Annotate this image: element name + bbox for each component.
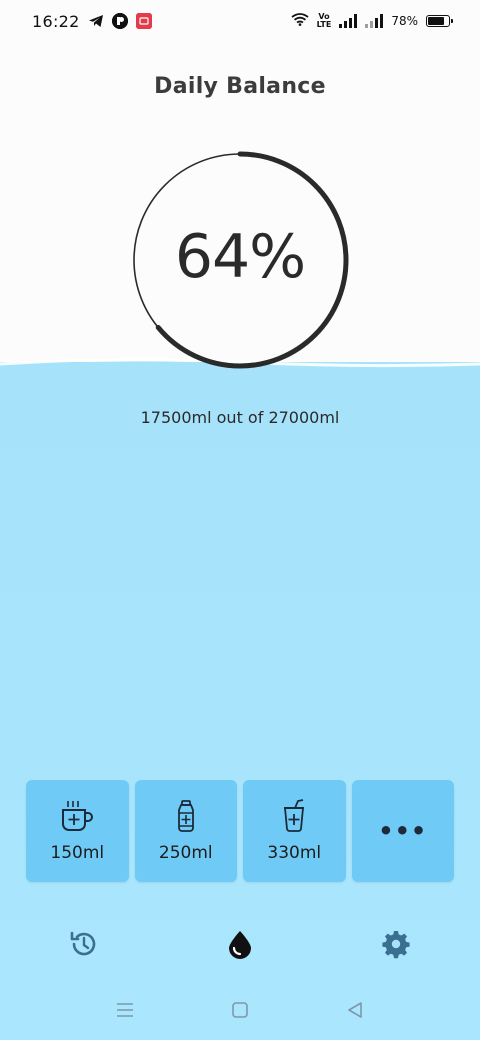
battery-percent: 78% xyxy=(391,14,418,28)
status-right: Vo LTE 78% xyxy=(291,12,453,30)
volte-bottom: LTE xyxy=(316,20,332,29)
status-bar: 16:22 Vo LTE 78% xyxy=(0,0,480,42)
progress-percent: 64% xyxy=(174,222,306,292)
hot-cup-icon xyxy=(62,801,94,831)
volte-icon: Vo LTE xyxy=(317,13,332,29)
home-icon xyxy=(232,1002,248,1018)
wifi-icon xyxy=(291,12,309,30)
quick-add-label: 250ml xyxy=(158,843,213,863)
add-330ml-button[interactable]: 330ml xyxy=(243,780,346,882)
menu-button[interactable] xyxy=(113,998,137,1022)
back-button[interactable] xyxy=(343,998,367,1022)
history-tab[interactable] xyxy=(68,928,100,960)
menu-icon xyxy=(117,1003,133,1017)
quick-add-row: 150ml 250ml 330ml ••• xyxy=(26,780,454,882)
water-tab[interactable] xyxy=(224,928,256,960)
add-250ml-button[interactable]: 250ml xyxy=(134,780,237,882)
system-nav xyxy=(0,996,480,1026)
home-button[interactable] xyxy=(228,998,252,1022)
battery-icon xyxy=(426,15,453,27)
more-icon: ••• xyxy=(378,817,428,845)
back-icon xyxy=(348,1002,362,1018)
add-150ml-button[interactable]: 150ml xyxy=(26,780,129,882)
page-title: Daily Balance xyxy=(154,74,326,99)
signal-icon-2 xyxy=(365,14,384,28)
intake-amount: 17500ml out of 27000ml xyxy=(140,408,340,427)
bottle-icon xyxy=(177,800,194,832)
quick-add-label: 330ml xyxy=(267,843,322,863)
signal-icon xyxy=(339,14,358,28)
quick-add-label: 150ml xyxy=(50,843,105,863)
more-options-button[interactable]: ••• xyxy=(351,780,454,882)
water-drop-icon xyxy=(229,931,251,959)
telegram-icon xyxy=(88,13,104,29)
app-notification-icon xyxy=(111,13,128,29)
soda-cup-icon xyxy=(284,799,305,832)
battery-fill xyxy=(428,17,444,25)
red-app-notification-icon xyxy=(135,13,152,29)
gear-icon xyxy=(382,931,410,959)
status-left: 16:22 xyxy=(32,12,152,31)
settings-tab[interactable] xyxy=(380,928,412,960)
status-time: 16:22 xyxy=(32,11,80,31)
bottom-nav xyxy=(0,920,480,968)
history-icon xyxy=(70,931,96,956)
